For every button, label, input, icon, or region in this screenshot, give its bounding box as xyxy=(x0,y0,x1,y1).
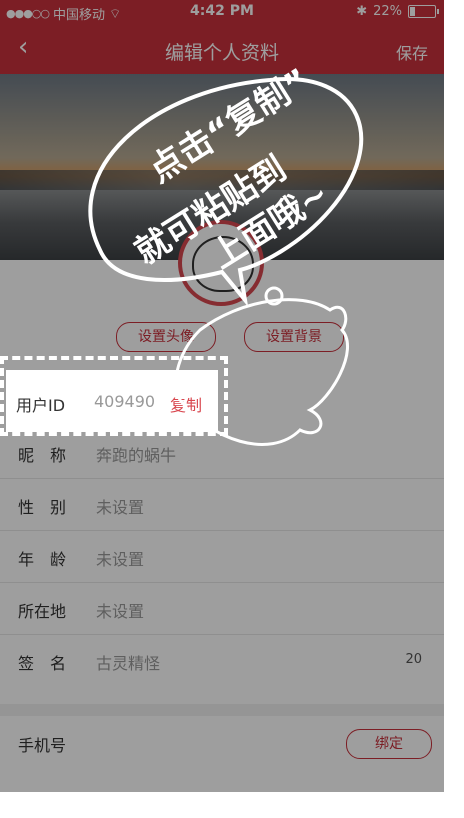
row-user-id: 用户ID 409490 复制 xyxy=(6,370,218,432)
battery-area: ✱ 22% xyxy=(356,4,439,19)
bluetooth-icon: ✱ xyxy=(356,4,368,19)
age-label: 年 龄 xyxy=(18,550,67,569)
app-screen: ●●●○○ 中国移动 ⌔ 4:42 PM ✱ 22% ‹ 编辑个人资料 保存 设… xyxy=(0,0,444,792)
signature-label: 签 名 xyxy=(18,654,67,673)
row-location[interactable]: 所在地 未设置 xyxy=(0,582,444,634)
battery-icon xyxy=(408,5,439,18)
signature-value: 古灵精怪 xyxy=(96,654,161,673)
save-button[interactable]: 保存 xyxy=(396,40,428,64)
gender-label: 性 别 xyxy=(18,498,67,517)
cover-shoreline xyxy=(0,170,444,190)
navigation-bar: ‹ 编辑个人资料 保存 xyxy=(0,24,444,74)
age-value: 未设置 xyxy=(96,550,145,569)
location-value: 未设置 xyxy=(96,602,145,621)
battery-percent: 22% xyxy=(373,4,402,19)
row-gender[interactable]: 性 别 未设置 xyxy=(0,478,444,530)
row-age[interactable]: 年 龄 未设置 xyxy=(0,530,444,582)
avatar[interactable] xyxy=(178,220,264,306)
signature-char-count: 20 xyxy=(405,652,422,667)
row-signature[interactable]: 签 名 古灵精怪 20 xyxy=(0,634,444,686)
bind-phone-button[interactable]: 绑定 xyxy=(346,729,432,759)
nickname-label: 昵 称 xyxy=(18,446,67,465)
user-id-label: 用户ID xyxy=(16,396,66,415)
section-divider xyxy=(0,704,444,716)
set-background-button[interactable]: 设置背景 xyxy=(244,322,344,352)
location-label: 所在地 xyxy=(18,602,67,621)
gender-value: 未设置 xyxy=(96,498,145,517)
status-bar: ●●●○○ 中国移动 ⌔ 4:42 PM ✱ 22% xyxy=(0,0,444,24)
phone-label: 手机号 xyxy=(18,736,67,755)
user-id-value: 409490 xyxy=(94,392,156,411)
copy-button[interactable]: 复制 xyxy=(170,392,202,416)
avatar-character-image xyxy=(192,236,254,292)
page-title: 编辑个人资料 xyxy=(164,42,279,64)
nickname-value: 奔跑的蜗牛 xyxy=(96,446,177,465)
set-avatar-button[interactable]: 设置头像 xyxy=(116,322,216,352)
